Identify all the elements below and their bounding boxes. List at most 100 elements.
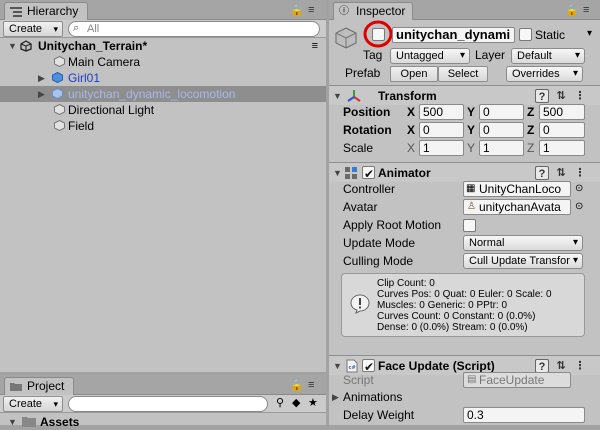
- object-name-field[interactable]: unitychan_dynami: [392, 27, 515, 43]
- animator-header[interactable]: ▼ Animator ? ⇅ ⋮: [329, 162, 600, 184]
- update-mode-label: Update Mode: [343, 236, 416, 250]
- chevron-right-icon[interactable]: ▶: [38, 86, 45, 102]
- update-mode-row: Update Mode Normal: [329, 234, 600, 252]
- layer-dropdown[interactable]: Default: [511, 48, 585, 64]
- script-value: FaceUpdate: [479, 373, 545, 387]
- preset-sliders-icon[interactable]: ⇅: [554, 166, 568, 180]
- script-field: ▤ FaceUpdate: [463, 372, 571, 388]
- component-menu-icon[interactable]: ⋮: [573, 89, 587, 103]
- create-dropdown[interactable]: Create ▾: [3, 21, 63, 37]
- tree-item-unitychan-dynamic-locomotion[interactable]: ▶ unitychan_dynamic_locomotion: [0, 86, 326, 102]
- position-y-field[interactable]: 0: [479, 104, 524, 120]
- animator-enabled-checkbox[interactable]: [362, 164, 375, 184]
- position-z-field[interactable]: 500: [539, 104, 585, 120]
- avatar-label: Avatar: [343, 200, 378, 214]
- preset-sliders-icon[interactable]: ⇅: [554, 89, 568, 103]
- create-dropdown[interactable]: Create ▾: [3, 396, 63, 412]
- rotation-x-field[interactable]: 0: [419, 122, 464, 138]
- rotation-z-field[interactable]: 0: [539, 122, 585, 138]
- info-icon: ⓘ: [339, 6, 349, 17]
- hierarchy-panel: Hierarchy 🔒 ≡ Create ▾ ⌕ All ▼ Unitychan…: [0, 0, 326, 372]
- culling-mode-dropdown[interactable]: Cull Update Transfor: [463, 253, 583, 269]
- axis-x-label[interactable]: X: [407, 139, 415, 157]
- chevron-right-icon[interactable]: ▶: [332, 388, 339, 406]
- axis-x-label[interactable]: X: [407, 121, 415, 139]
- object-picker-icon[interactable]: ⊙: [575, 180, 583, 198]
- component-menu-icon[interactable]: ⋮: [573, 166, 587, 180]
- panel-menu-icon[interactable]: ≡: [583, 4, 589, 16]
- static-dropdown-icon[interactable]: ▾: [587, 28, 592, 39]
- unity-scene-icon: [20, 40, 32, 52]
- info-speech-icon: [350, 294, 370, 314]
- culling-mode-row: Culling Mode Cull Update Transfor: [329, 252, 600, 270]
- animator-info-box: Clip Count: 0 Curves Pos: 0 Quat: 0 Eule…: [341, 273, 585, 337]
- chevron-right-icon[interactable]: ▶: [38, 70, 45, 86]
- axis-z-label[interactable]: Z: [527, 121, 534, 139]
- delay-weight-field[interactable]: 0.3: [463, 407, 585, 423]
- rotation-y-field[interactable]: 0: [479, 122, 524, 138]
- lock-icon[interactable]: 🔒: [290, 379, 304, 392]
- tree-item-assets[interactable]: ▼ Assets: [0, 414, 326, 430]
- transform-header[interactable]: ▼ Transform ? ⇅ ⋮: [329, 85, 600, 105]
- project-panel: Project 🔒 ≡ Create ▾ ⚲ ◆ ★ ▼ Assets: [0, 375, 326, 429]
- project-search-input[interactable]: [68, 396, 268, 412]
- animator-icon: [345, 167, 357, 179]
- controller-field[interactable]: ▦ UnityChanLoco: [463, 181, 571, 197]
- chevron-down-icon: ▾: [53, 24, 58, 34]
- chevron-down-icon[interactable]: ▼: [8, 38, 17, 54]
- search-input[interactable]: ⌕ All: [68, 21, 320, 37]
- delay-weight-row: Delay Weight 0.3: [329, 406, 600, 424]
- prefab-select-button[interactable]: Select: [438, 66, 488, 82]
- overrides-dropdown[interactable]: Overrides: [506, 66, 583, 82]
- gameobject-cube-icon: [54, 120, 65, 131]
- axis-z-label[interactable]: Z: [527, 103, 534, 121]
- static-checkbox[interactable]: [519, 28, 532, 41]
- chevron-down-icon: ▾: [53, 399, 58, 409]
- animations-row[interactable]: ▶ Animations: [329, 388, 600, 406]
- help-icon[interactable]: ?: [535, 166, 549, 180]
- panel-menu-icon[interactable]: ≡: [308, 379, 314, 391]
- panel-menu-icon[interactable]: ≡: [308, 4, 314, 16]
- highlight-circle: [363, 20, 393, 48]
- static-label: Static: [535, 28, 566, 42]
- help-icon[interactable]: ?: [535, 89, 549, 103]
- position-x-field[interactable]: 500: [419, 104, 464, 120]
- scale-z-field[interactable]: 1: [539, 140, 585, 156]
- tab-project[interactable]: Project: [4, 377, 74, 395]
- axis-y-label[interactable]: Y: [467, 139, 475, 157]
- tab-hierarchy[interactable]: Hierarchy: [4, 2, 88, 20]
- scene-menu-icon[interactable]: ≡: [312, 38, 318, 54]
- filter-by-type-icon[interactable]: ⚲: [276, 396, 284, 409]
- axis-y-label[interactable]: Y: [467, 103, 475, 121]
- script-row: Script ▤ FaceUpdate: [329, 371, 600, 389]
- filter-by-label-icon[interactable]: ◆: [292, 396, 300, 409]
- controller-row: Controller ▦ UnityChanLoco ⊙: [329, 180, 600, 198]
- scale-row: Scale X 1 Y 1 Z 1: [329, 139, 600, 157]
- tree-item-label: Directional Light: [68, 103, 155, 117]
- lock-icon[interactable]: 🔒: [565, 4, 579, 17]
- apply-root-motion-checkbox[interactable]: [463, 219, 476, 232]
- axis-y-label[interactable]: Y: [467, 121, 475, 139]
- tree-item-main-camera[interactable]: Main Camera: [0, 54, 326, 70]
- avatar-field[interactable]: ♙ unitychanAvata: [463, 199, 571, 215]
- axis-x-label[interactable]: X: [407, 103, 415, 121]
- favorite-icon[interactable]: ★: [308, 396, 318, 409]
- lock-icon[interactable]: 🔒: [290, 4, 304, 17]
- scene-row[interactable]: ▼ Unitychan_Terrain* ≡: [0, 38, 326, 54]
- tree-item-girl01[interactable]: ▶ Girl01: [0, 70, 326, 86]
- tree-item-label: unitychan_dynamic_locomotion: [68, 87, 236, 101]
- object-picker-icon[interactable]: ⊙: [575, 198, 583, 216]
- position-row: Position X 500 Y 0 Z 500: [329, 103, 600, 121]
- prefab-open-button[interactable]: Open: [390, 66, 438, 82]
- tag-dropdown[interactable]: Untagged: [390, 48, 470, 64]
- tree-item-field[interactable]: Field: [0, 118, 326, 134]
- animator-controller-icon: ▦: [466, 183, 476, 194]
- axis-z-label[interactable]: Z: [527, 139, 534, 157]
- inspector-tabbar: ⓘ Inspector 🔒 ≡: [329, 0, 600, 20]
- scale-x-field[interactable]: 1: [419, 140, 464, 156]
- scale-y-field[interactable]: 1: [479, 140, 524, 156]
- update-mode-dropdown[interactable]: Normal: [463, 235, 583, 251]
- gameobject-cube-icon: [54, 56, 65, 67]
- tree-item-directional-light[interactable]: Directional Light: [0, 102, 326, 118]
- chevron-down-icon[interactable]: ▼: [8, 414, 17, 430]
